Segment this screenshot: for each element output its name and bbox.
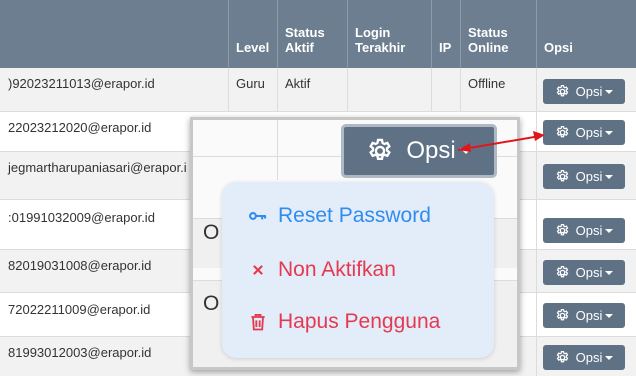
- arrow-icon: [457, 131, 545, 152]
